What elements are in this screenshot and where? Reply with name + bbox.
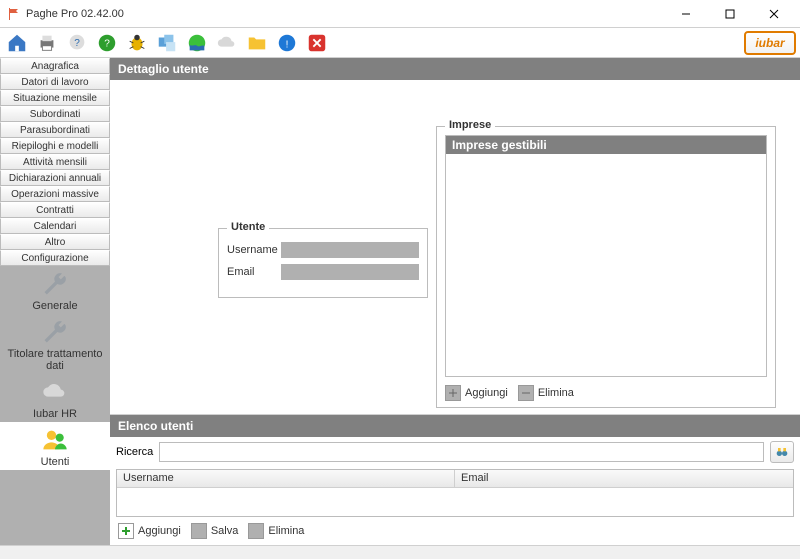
sidebar-config-label: Iubar HR	[33, 408, 77, 420]
sidebar-item-datori[interactable]: Datori di lavoro	[0, 74, 110, 90]
email-label: Email	[227, 266, 281, 278]
close-button[interactable]	[752, 1, 796, 27]
add-icon	[445, 385, 461, 401]
multi-window-icon[interactable]	[154, 30, 180, 56]
sidebar-item-attivita[interactable]: Attività mensili	[0, 154, 110, 170]
imprese-group: Imprese Imprese gestibili Aggiungi Elimi…	[436, 126, 776, 408]
sidebar-item-riepiloghi[interactable]: Riepiloghi e modelli	[0, 138, 110, 154]
close-app-icon[interactable]	[304, 30, 330, 56]
users-icon	[41, 426, 69, 454]
email-field[interactable]	[281, 264, 419, 280]
sidebar-item-configurazione[interactable]: Configurazione	[0, 250, 110, 266]
list-salva-label: Salva	[211, 525, 239, 537]
username-field[interactable]	[281, 242, 419, 258]
svg-text:!: !	[286, 39, 289, 50]
toolbar: ? ? ! iubar	[0, 28, 800, 58]
search-input[interactable]	[159, 442, 764, 462]
sidebar-item-contratti[interactable]: Contratti	[0, 202, 110, 218]
list-elimina-button[interactable]: Elimina	[248, 523, 304, 539]
wrench-icon	[41, 318, 69, 346]
help-bubble-icon[interactable]: ?	[64, 30, 90, 56]
list-salva-button[interactable]: Salva	[191, 523, 239, 539]
delete-icon	[248, 523, 264, 539]
imprese-aggiungi-button[interactable]: Aggiungi	[445, 385, 508, 401]
brand-logo: iubar	[744, 31, 796, 55]
save-icon	[191, 523, 207, 539]
search-button[interactable]	[770, 441, 794, 463]
column-username[interactable]: Username	[117, 470, 455, 487]
sidebar-item-calendari[interactable]: Calendari	[0, 218, 110, 234]
add-icon	[118, 523, 134, 539]
sidebar-item-anagrafica[interactable]: Anagrafica	[0, 58, 110, 74]
imprese-elimina-label: Elimina	[538, 387, 574, 399]
utente-group: Utente Username Email	[218, 228, 428, 298]
folder-icon[interactable]	[244, 30, 270, 56]
sidebar-config-label: Utenti	[41, 456, 70, 468]
minimize-button[interactable]	[664, 1, 708, 27]
search-label: Ricerca	[116, 446, 153, 458]
column-email[interactable]: Email	[455, 470, 793, 487]
window-title: Paghe Pro 02.42.00	[26, 8, 664, 20]
sidebar-config-label: Titolare trattamento dati	[2, 348, 108, 372]
binoculars-icon	[774, 444, 790, 460]
cloud-icon[interactable]	[214, 30, 240, 56]
maximize-button[interactable]	[708, 1, 752, 27]
titlebar: Paghe Pro 02.42.00	[0, 0, 800, 28]
sidebar-item-altro[interactable]: Altro	[0, 234, 110, 250]
list-aggiungi-label: Aggiungi	[138, 525, 181, 537]
list-heading: Elenco utenti	[110, 415, 800, 437]
remove-icon	[518, 385, 534, 401]
bug-icon[interactable]	[124, 30, 150, 56]
sidebar-item-situazione[interactable]: Situazione mensile	[0, 90, 110, 106]
sidebar-item-operazioni[interactable]: Operazioni massive	[0, 186, 110, 202]
main: Dettaglio utente Utente Username Email I…	[110, 58, 800, 545]
cloud-icon	[41, 378, 69, 406]
imprese-list-header: Imprese gestibili	[446, 136, 766, 154]
detail-heading: Dettaglio utente	[110, 58, 800, 80]
sidebar-config-utenti[interactable]: Utenti	[0, 422, 110, 470]
statusbar	[0, 545, 800, 559]
imprese-aggiungi-label: Aggiungi	[465, 387, 508, 399]
list-aggiungi-button[interactable]: Aggiungi	[118, 523, 181, 539]
wrench-icon	[41, 270, 69, 298]
list-elimina-label: Elimina	[268, 525, 304, 537]
imprese-elimina-button[interactable]: Elimina	[518, 385, 574, 401]
sidebar-config-generale[interactable]: Generale	[0, 266, 110, 314]
users-table[interactable]: Username Email	[116, 469, 794, 517]
sidebar-item-subordinati[interactable]: Subordinati	[0, 106, 110, 122]
detail-area: Utente Username Email Imprese Imprese ge…	[110, 80, 800, 414]
home-icon[interactable]	[4, 30, 30, 56]
info-icon[interactable]: !	[274, 30, 300, 56]
world-icon[interactable]	[184, 30, 210, 56]
svg-text:?: ?	[104, 38, 110, 49]
list-panel: Elenco utenti Ricerca Username Email Agg…	[110, 414, 800, 545]
sidebar-item-dichiarazioni[interactable]: Dichiarazioni annuali	[0, 170, 110, 186]
sidebar-config-titolare[interactable]: Titolare trattamento dati	[0, 314, 110, 374]
app-icon	[8, 8, 20, 20]
username-label: Username	[227, 244, 281, 256]
utente-legend: Utente	[227, 221, 269, 233]
help-icon[interactable]: ?	[94, 30, 120, 56]
imprese-list[interactable]: Imprese gestibili	[445, 135, 767, 377]
print-icon[interactable]	[34, 30, 60, 56]
sidebar-config-iubarhr[interactable]: Iubar HR	[0, 374, 110, 422]
imprese-legend: Imprese	[445, 119, 495, 131]
svg-text:?: ?	[74, 37, 80, 48]
sidebar-config-label: Generale	[32, 300, 77, 312]
sidebar: Anagrafica Datori di lavoro Situazione m…	[0, 58, 110, 545]
sidebar-item-parasubordinati[interactable]: Parasubordinati	[0, 122, 110, 138]
